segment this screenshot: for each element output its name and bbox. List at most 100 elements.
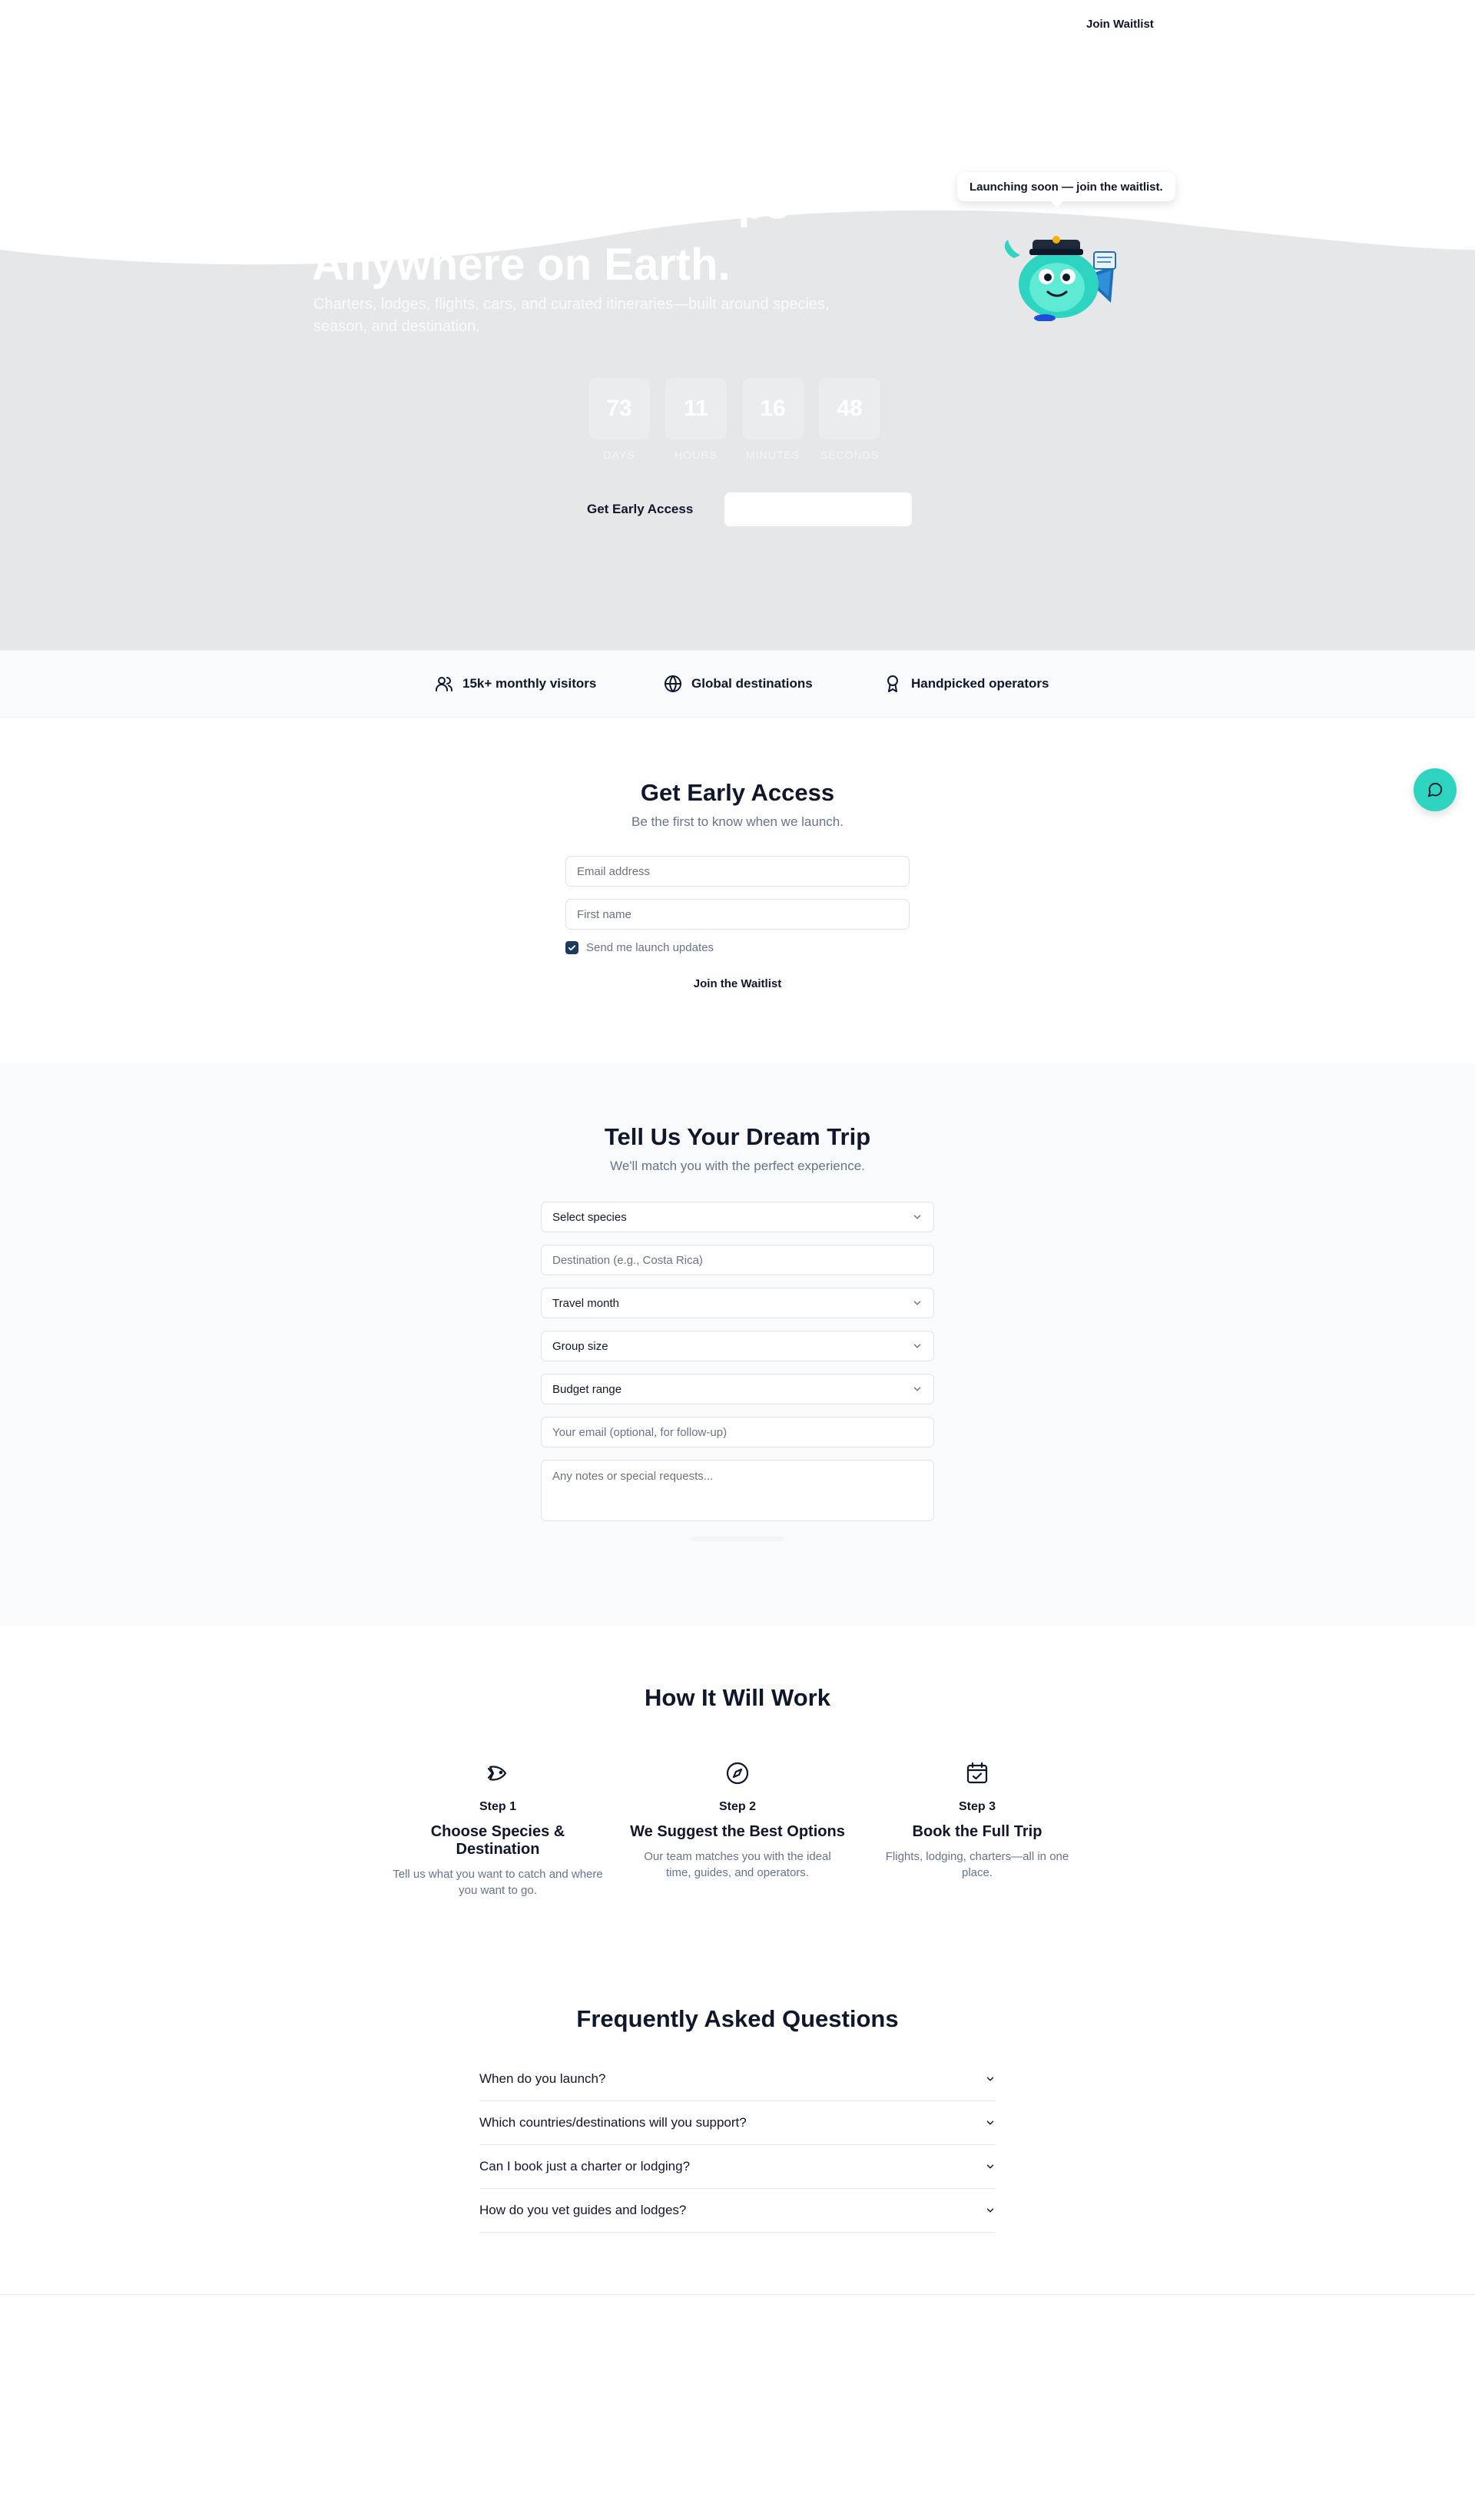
step-number: Step 2 bbox=[718, 1800, 756, 1813]
launch-updates-label: Send me launch updates bbox=[586, 941, 714, 954]
chat-button[interactable] bbox=[1414, 768, 1457, 811]
trust-item-destinations: Global destinations bbox=[664, 675, 813, 693]
trust-item-operators: Handpicked operators bbox=[883, 675, 1049, 693]
step-3: Step 3 Book the Full Trip Flights, lodgi… bbox=[870, 1761, 1085, 1881]
faq-question: Can I book just a charter or lodging? bbox=[479, 2159, 691, 2174]
countdown-label: MINUTES bbox=[746, 449, 800, 461]
award-icon bbox=[887, 675, 898, 692]
step-1: Step 1 Choose Species & Destination Tell… bbox=[390, 1761, 605, 1898]
follow-up-email-placeholder: Your email (optional, for follow-up) bbox=[552, 1425, 728, 1439]
countdown-label: SECONDS bbox=[820, 449, 880, 461]
hero-cta: Get Early Access bbox=[587, 492, 913, 527]
users-icon bbox=[436, 677, 452, 691]
step-description: Tell us what you want to catch and where… bbox=[393, 1868, 603, 1897]
countdown-value: 73 bbox=[588, 378, 650, 439]
email-placeholder: Email address bbox=[577, 864, 651, 878]
follow-up-email-input[interactable]: Your email (optional, for follow-up) bbox=[541, 1417, 934, 1447]
chevron-down-icon bbox=[986, 2164, 994, 2169]
countdown-hours: 11 HOURS bbox=[665, 378, 727, 461]
travel-month-value: Travel month bbox=[552, 1296, 619, 1310]
fish-captain-mascot-icon bbox=[1004, 236, 1116, 321]
hero-cta-label[interactable]: Get Early Access bbox=[587, 502, 724, 517]
launch-updates-checkbox[interactable] bbox=[565, 941, 578, 954]
countdown: 73 DAYS 11 HOURS 16 MINUTES 48 SECONDS bbox=[588, 378, 880, 461]
early-access-subtitle: Be the first to know when we launch. bbox=[631, 814, 844, 829]
calendar-check-icon bbox=[966, 1762, 988, 1784]
faq-title: Frequently Asked Questions bbox=[576, 2005, 899, 2032]
trust-item-label: 15k+ monthly visitors bbox=[462, 676, 597, 691]
dream-trip-submit-button[interactable] bbox=[691, 1537, 784, 1541]
hero-section: The Best Fishing Trips Anywhere on Earth… bbox=[0, 0, 1475, 650]
faq-question: Which countries/destinations will you su… bbox=[479, 2115, 747, 2130]
fish-icon bbox=[487, 1766, 507, 1781]
chevron-down-icon bbox=[913, 1301, 921, 1305]
step-description: Our team matches you with the ideal time… bbox=[644, 1850, 831, 1879]
trust-item-label: Handpicked operators bbox=[911, 676, 1049, 691]
launch-speech-bubble: Launching soon — join the waitlist. bbox=[957, 172, 1175, 207]
faq-item[interactable]: How do you vet guides and lodges? bbox=[479, 2189, 996, 2233]
footer-divider bbox=[0, 2294, 1475, 2295]
join-waitlist-button[interactable]: Join the Waitlist bbox=[0, 977, 1475, 990]
chevron-down-icon bbox=[913, 1215, 921, 1219]
faq-question: How do you vet guides and lodges? bbox=[479, 2203, 687, 2217]
countdown-seconds: 48 SECONDS bbox=[819, 378, 880, 461]
faq-section: Frequently Asked Questions When do you l… bbox=[0, 1948, 1475, 2294]
chevron-down-icon bbox=[986, 2120, 994, 2125]
globe-icon bbox=[665, 675, 681, 692]
countdown-days: 73 DAYS bbox=[588, 378, 650, 461]
notes-placeholder: Any notes or special requests... bbox=[552, 1470, 714, 1483]
countdown-value: 48 bbox=[819, 378, 880, 439]
countdown-label: HOURS bbox=[675, 449, 718, 461]
chevron-down-icon bbox=[986, 2208, 994, 2213]
species-select[interactable]: Select species bbox=[541, 1202, 934, 1232]
dream-trip-section: Tell Us Your Dream Trip We'll match you … bbox=[0, 1063, 1475, 1626]
budget-value: Budget range bbox=[552, 1382, 622, 1396]
budget-select[interactable]: Budget range bbox=[541, 1374, 934, 1404]
species-select-value: Select species bbox=[552, 1210, 627, 1224]
step-2: Step 2 We Suggest the Best Options Our t… bbox=[630, 1761, 845, 1881]
hero-subtitle: Charters, lodges, flights, cars, and cur… bbox=[313, 296, 830, 335]
dream-trip-title: Tell Us Your Dream Trip bbox=[604, 1123, 871, 1150]
early-access-title: Get Early Access bbox=[640, 779, 835, 806]
destination-input[interactable]: Destination (e.g., Costa Rica) bbox=[541, 1245, 934, 1275]
early-access-section: Get Early Access Be the first to know wh… bbox=[0, 718, 1475, 1063]
trust-item-visitors: 15k+ monthly visitors bbox=[435, 675, 596, 693]
step-description: Flights, lodging, charters—all in one pl… bbox=[885, 1850, 1069, 1879]
first-name-placeholder: First name bbox=[577, 907, 631, 921]
step-title: Book the Full Trip bbox=[912, 1823, 1042, 1840]
join-waitlist-link[interactable]: Join Waitlist bbox=[1086, 18, 1154, 31]
countdown-value: 16 bbox=[742, 378, 804, 439]
chat-bubble-icon bbox=[1427, 782, 1443, 797]
how-it-works-title: How It Will Work bbox=[645, 1684, 830, 1711]
first-name-field[interactable]: First name bbox=[565, 899, 910, 930]
notes-textarea[interactable]: Any notes or special requests... bbox=[541, 1460, 934, 1521]
trust-bar: 15k+ monthly visitors Global destination… bbox=[0, 650, 1475, 718]
dream-trip-subtitle: We'll match you with the perfect experie… bbox=[610, 1159, 865, 1173]
chevron-down-icon bbox=[913, 1344, 921, 1348]
travel-month-select[interactable]: Travel month bbox=[541, 1288, 934, 1318]
step-title: We Suggest the Best Options bbox=[630, 1823, 845, 1840]
faq-item[interactable]: Which countries/destinations will you su… bbox=[479, 2101, 996, 2145]
chevron-down-icon bbox=[913, 1387, 921, 1391]
group-size-select[interactable]: Group size bbox=[541, 1331, 934, 1361]
step-number: Step 1 bbox=[479, 1800, 516, 1813]
faq-item[interactable]: When do you launch? bbox=[479, 2057, 996, 2101]
chevron-down-icon bbox=[986, 2077, 994, 2081]
compass-icon bbox=[726, 1762, 749, 1785]
countdown-minutes: 16 MINUTES bbox=[742, 378, 804, 461]
faq-item[interactable]: Can I book just a charter or lodging? bbox=[479, 2145, 996, 2189]
trust-item-label: Global destinations bbox=[691, 676, 813, 691]
destination-placeholder: Destination (e.g., Costa Rica) bbox=[552, 1253, 703, 1267]
step-number: Step 3 bbox=[958, 1800, 996, 1813]
countdown-value: 11 bbox=[665, 378, 727, 439]
check-icon bbox=[568, 945, 576, 951]
how-it-works-section: How It Will Work Step 1 Choose Species &… bbox=[0, 1626, 1475, 1948]
hero-email-input[interactable] bbox=[724, 492, 913, 527]
top-nav: Join Waitlist bbox=[0, 0, 1475, 49]
launch-updates-checkbox-row[interactable]: Send me launch updates bbox=[565, 941, 714, 954]
step-title: Choose Species & Destination bbox=[430, 1823, 565, 1858]
countdown-label: DAYS bbox=[603, 449, 635, 461]
group-size-value: Group size bbox=[552, 1339, 608, 1353]
faq-question: When do you launch? bbox=[479, 2071, 606, 2086]
email-field[interactable]: Email address bbox=[565, 856, 910, 887]
